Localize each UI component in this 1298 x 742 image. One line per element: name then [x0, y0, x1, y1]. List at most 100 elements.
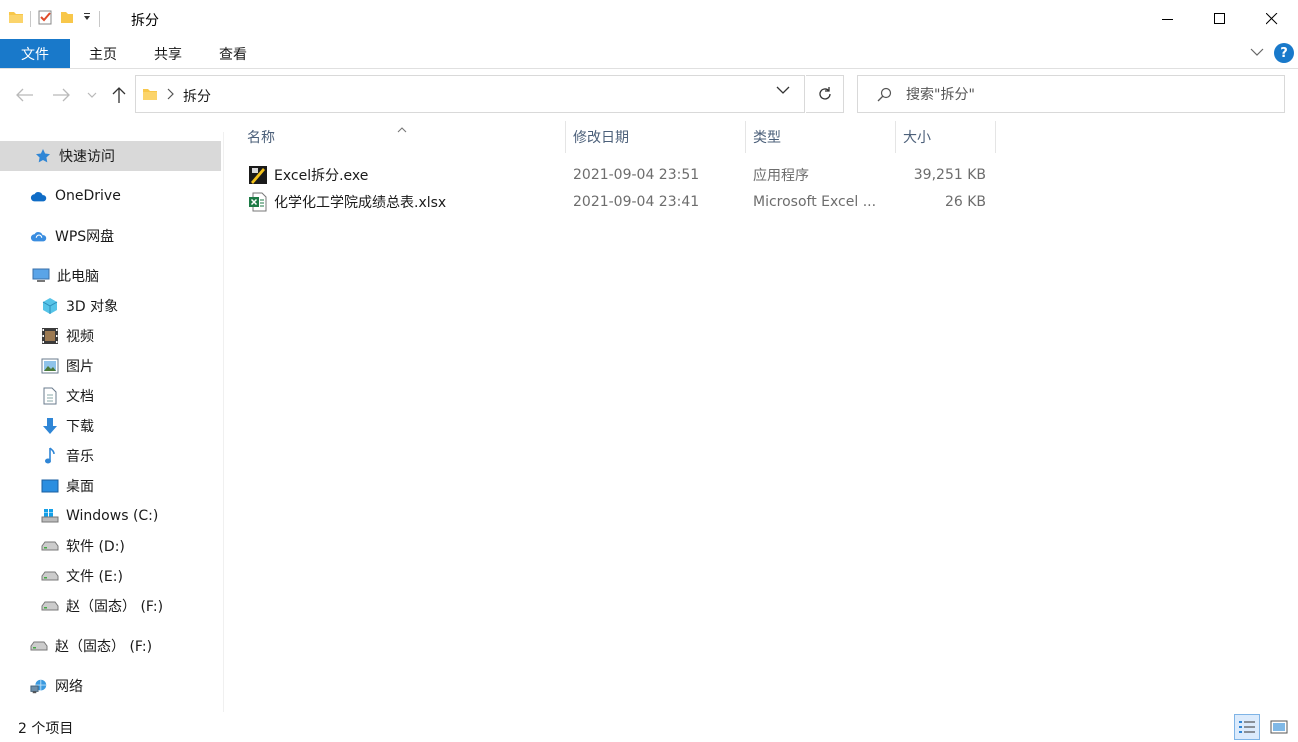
sidebar-item-label: OneDrive	[55, 188, 121, 204]
column-resize-handle[interactable]	[995, 121, 996, 153]
sidebar-item-this-pc[interactable]: 此电脑	[0, 261, 99, 291]
tab-view[interactable]: 查看	[205, 39, 261, 68]
ribbon-tabs: 文件 主页 共享 查看 ?	[0, 38, 1298, 69]
sidebar-item-label: 网络	[55, 679, 83, 695]
breadcrumb-current-folder[interactable]: 拆分	[183, 86, 211, 106]
chevron-down-icon	[87, 92, 97, 98]
sidebar-item-wps-cloud[interactable]: WPS网盘	[0, 221, 114, 251]
minimize-button[interactable]	[1142, 0, 1194, 38]
column-resize-handle[interactable]	[895, 121, 896, 153]
sidebar-item-label: 快速访问	[59, 149, 115, 165]
sidebar-item-desktop[interactable]: 桌面	[0, 471, 94, 501]
address-bar[interactable]: 拆分	[135, 75, 805, 113]
sidebar-item-drive-f-root[interactable]: 赵（固态） (F:)	[0, 631, 152, 661]
sidebar-item-label: 下载	[66, 419, 94, 435]
customize-qat-dropdown-icon[interactable]	[81, 11, 93, 27]
sidebar-item-onedrive[interactable]: OneDrive	[0, 181, 121, 211]
title-bar: 拆分	[0, 0, 1298, 38]
address-dropdown-icon[interactable]	[776, 83, 790, 99]
drive-icon	[41, 537, 59, 555]
navigation-pane: 快速访问 OneDrive WPS网盘 此电脑 3D 对象 视频 图片 文档 下…	[0, 132, 224, 712]
windows-drive-icon	[41, 507, 59, 525]
large-icons-view-button[interactable]	[1266, 714, 1292, 740]
sidebar-item-label: 视频	[66, 329, 94, 345]
file-type: Microsoft Excel ...	[753, 193, 877, 210]
network-icon	[30, 677, 48, 695]
new-folder-icon[interactable]	[59, 9, 75, 29]
star-icon	[34, 147, 52, 165]
download-arrow-icon	[41, 417, 59, 435]
column-header-size[interactable]: 大小	[903, 121, 995, 153]
column-resize-handle[interactable]	[565, 121, 566, 153]
exe-app-icon	[248, 161, 270, 188]
sidebar-item-drive-e[interactable]: 文件 (E:)	[0, 561, 123, 591]
up-button[interactable]	[108, 84, 130, 106]
help-button[interactable]: ?	[1274, 43, 1294, 63]
sidebar-item-pictures[interactable]: 图片	[0, 351, 94, 381]
column-header-name[interactable]: 名称	[247, 121, 565, 153]
status-bar: 2 个项目	[0, 712, 1298, 742]
close-button[interactable]	[1246, 0, 1298, 38]
sidebar-item-label: 图片	[66, 359, 94, 375]
table-row[interactable]: 化学化工学院成绩总表.xlsx 2021-09-04 23:41 Microso…	[242, 188, 1298, 215]
sidebar-item-label: 赵（固态） (F:)	[66, 599, 164, 615]
picture-icon	[41, 357, 59, 375]
file-size: 26 KB	[944, 193, 986, 210]
back-arrow-icon	[16, 88, 33, 102]
document-icon	[41, 387, 59, 405]
search-input[interactable]	[906, 85, 1266, 105]
sidebar-item-drive-d[interactable]: 软件 (D:)	[0, 531, 125, 561]
file-name: Excel拆分.exe	[274, 167, 369, 184]
navigation-bar: 拆分	[0, 69, 1298, 121]
refresh-button[interactable]	[806, 75, 844, 113]
sidebar-item-label: 3D 对象	[66, 299, 119, 315]
table-row[interactable]: Excel拆分.exe 2021-09-04 23:51 应用程序 39,251…	[242, 161, 1298, 188]
sidebar-item-label: Windows (C:)	[66, 508, 159, 524]
tab-file[interactable]: 文件	[0, 39, 70, 68]
sidebar-item-label: 赵（固态） (F:)	[55, 639, 153, 655]
sidebar-item-documents[interactable]: 文档	[0, 381, 94, 411]
minimize-icon	[1162, 19, 1173, 20]
up-arrow-icon	[112, 87, 126, 103]
forward-arrow-icon	[53, 88, 70, 102]
drive-icon	[30, 637, 48, 655]
sidebar-item-label: 软件 (D:)	[66, 539, 125, 555]
excel-file-icon	[248, 188, 270, 215]
maximize-button[interactable]	[1194, 0, 1246, 38]
onedrive-cloud-icon	[30, 187, 48, 205]
music-note-icon	[41, 447, 59, 465]
sidebar-item-label: 音乐	[66, 449, 94, 465]
item-count: 2 个项目	[18, 721, 74, 737]
breadcrumb-separator-icon[interactable]	[166, 88, 174, 104]
sidebar-item-music[interactable]: 音乐	[0, 441, 94, 471]
expand-ribbon-chevron-icon[interactable]	[1250, 45, 1264, 61]
column-header-type[interactable]: 类型	[753, 121, 895, 153]
sidebar-item-drive-c[interactable]: Windows (C:)	[0, 501, 158, 531]
forward-button[interactable]	[50, 84, 72, 106]
sidebar-item-3d-objects[interactable]: 3D 对象	[0, 291, 118, 321]
recent-locations-button[interactable]	[84, 84, 100, 106]
maximize-icon	[1214, 13, 1225, 24]
search-box[interactable]	[857, 75, 1285, 113]
column-header-modified[interactable]: 修改日期	[573, 121, 745, 153]
sidebar-item-label: WPS网盘	[55, 229, 115, 245]
tab-home[interactable]: 主页	[75, 39, 131, 68]
properties-checkmark-icon[interactable]	[37, 9, 53, 29]
column-resize-handle[interactable]	[745, 121, 746, 153]
file-type: 应用程序	[753, 167, 809, 184]
sidebar-item-quick-access[interactable]: 快速访问	[0, 141, 221, 171]
sidebar-item-drive-f[interactable]: 赵（固态） (F:)	[0, 591, 163, 621]
tab-share[interactable]: 共享	[140, 39, 196, 68]
sidebar-item-label: 文档	[66, 389, 94, 405]
sidebar-item-label: 桌面	[66, 479, 94, 495]
details-view-button[interactable]	[1234, 714, 1260, 740]
folder-icon	[142, 86, 158, 106]
drive-icon	[41, 597, 59, 615]
sidebar-item-downloads[interactable]: 下载	[0, 411, 94, 441]
file-modified: 2021-09-04 23:41	[573, 193, 700, 210]
back-button[interactable]	[14, 84, 36, 106]
sidebar-item-videos[interactable]: 视频	[0, 321, 94, 351]
drive-icon	[41, 567, 59, 585]
sidebar-item-network[interactable]: 网络	[0, 671, 83, 701]
window-title: 拆分	[131, 13, 159, 29]
